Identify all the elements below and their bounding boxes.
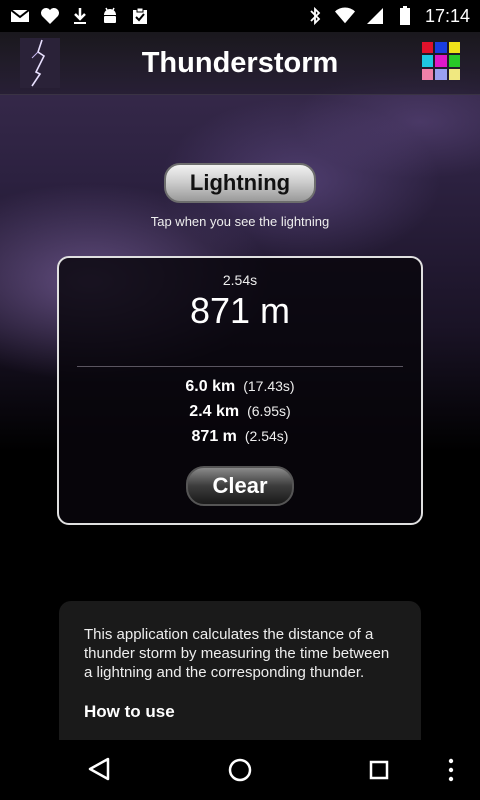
gmail-icon bbox=[10, 6, 30, 26]
recents-icon[interactable] bbox=[369, 760, 389, 785]
current-time: 2.54s bbox=[222, 272, 258, 288]
history-list: 6.0 km (17.43s) 2.4 km (6.95s) 871 m (2.… bbox=[59, 378, 421, 453]
android-icon bbox=[100, 6, 120, 26]
color-grid-button[interactable] bbox=[422, 42, 460, 80]
history-item: 871 m (2.54s) bbox=[59, 428, 421, 453]
grid-cell bbox=[435, 55, 447, 67]
heart-icon bbox=[40, 6, 60, 26]
grid-cell bbox=[448, 68, 460, 80]
lightning-logo-icon[interactable] bbox=[20, 38, 60, 88]
home-icon[interactable] bbox=[228, 758, 252, 787]
history-time: (17.43s) bbox=[243, 378, 295, 394]
clock: 17:14 bbox=[424, 5, 470, 26]
result-card: 2.54s 871 m 6.0 km (17.43s) 2.4 km (6.95… bbox=[57, 256, 423, 525]
signal-icon bbox=[365, 6, 385, 26]
grid-cell bbox=[448, 42, 460, 54]
history-item: 2.4 km (6.95s) bbox=[59, 403, 421, 428]
back-icon[interactable] bbox=[86, 756, 112, 787]
info-text: This application calculates the distance… bbox=[84, 626, 390, 681]
app-title: Thunderstorm bbox=[141, 46, 339, 79]
download-icon bbox=[70, 6, 90, 26]
grid-cell bbox=[422, 55, 434, 67]
history-item: 6.0 km (17.43s) bbox=[59, 378, 421, 403]
history-distance: 2.4 km bbox=[189, 403, 240, 420]
info-panel: This application calculates the distance… bbox=[59, 601, 421, 740]
wifi-icon bbox=[334, 6, 355, 26]
history-distance: 6.0 km bbox=[185, 378, 236, 395]
lightning-button[interactable]: Lightning bbox=[164, 163, 316, 203]
grid-cell bbox=[435, 42, 447, 54]
app-bar: Thunderstorm bbox=[0, 32, 480, 95]
history-distance: 871 m bbox=[191, 428, 237, 445]
divider bbox=[77, 366, 403, 367]
history-time: (2.54s) bbox=[244, 428, 289, 444]
history-time: (6.95s) bbox=[247, 403, 291, 419]
battery-icon bbox=[395, 6, 415, 26]
clipboard-icon bbox=[130, 6, 150, 26]
grid-cell bbox=[422, 68, 434, 80]
overflow-menu-icon[interactable] bbox=[447, 758, 455, 787]
grid-cell bbox=[435, 68, 447, 80]
lightning-hint: Tap when you see the lightning bbox=[150, 214, 330, 229]
how-to-use-heading: How to use bbox=[84, 702, 175, 721]
grid-cell bbox=[448, 55, 460, 67]
bluetooth-icon bbox=[305, 6, 325, 26]
navigation-bar bbox=[0, 740, 480, 800]
status-bar: 17:14 bbox=[0, 0, 480, 32]
clear-button[interactable]: Clear bbox=[186, 466, 294, 506]
grid-cell bbox=[422, 42, 434, 54]
current-distance: 871 m bbox=[189, 290, 291, 331]
